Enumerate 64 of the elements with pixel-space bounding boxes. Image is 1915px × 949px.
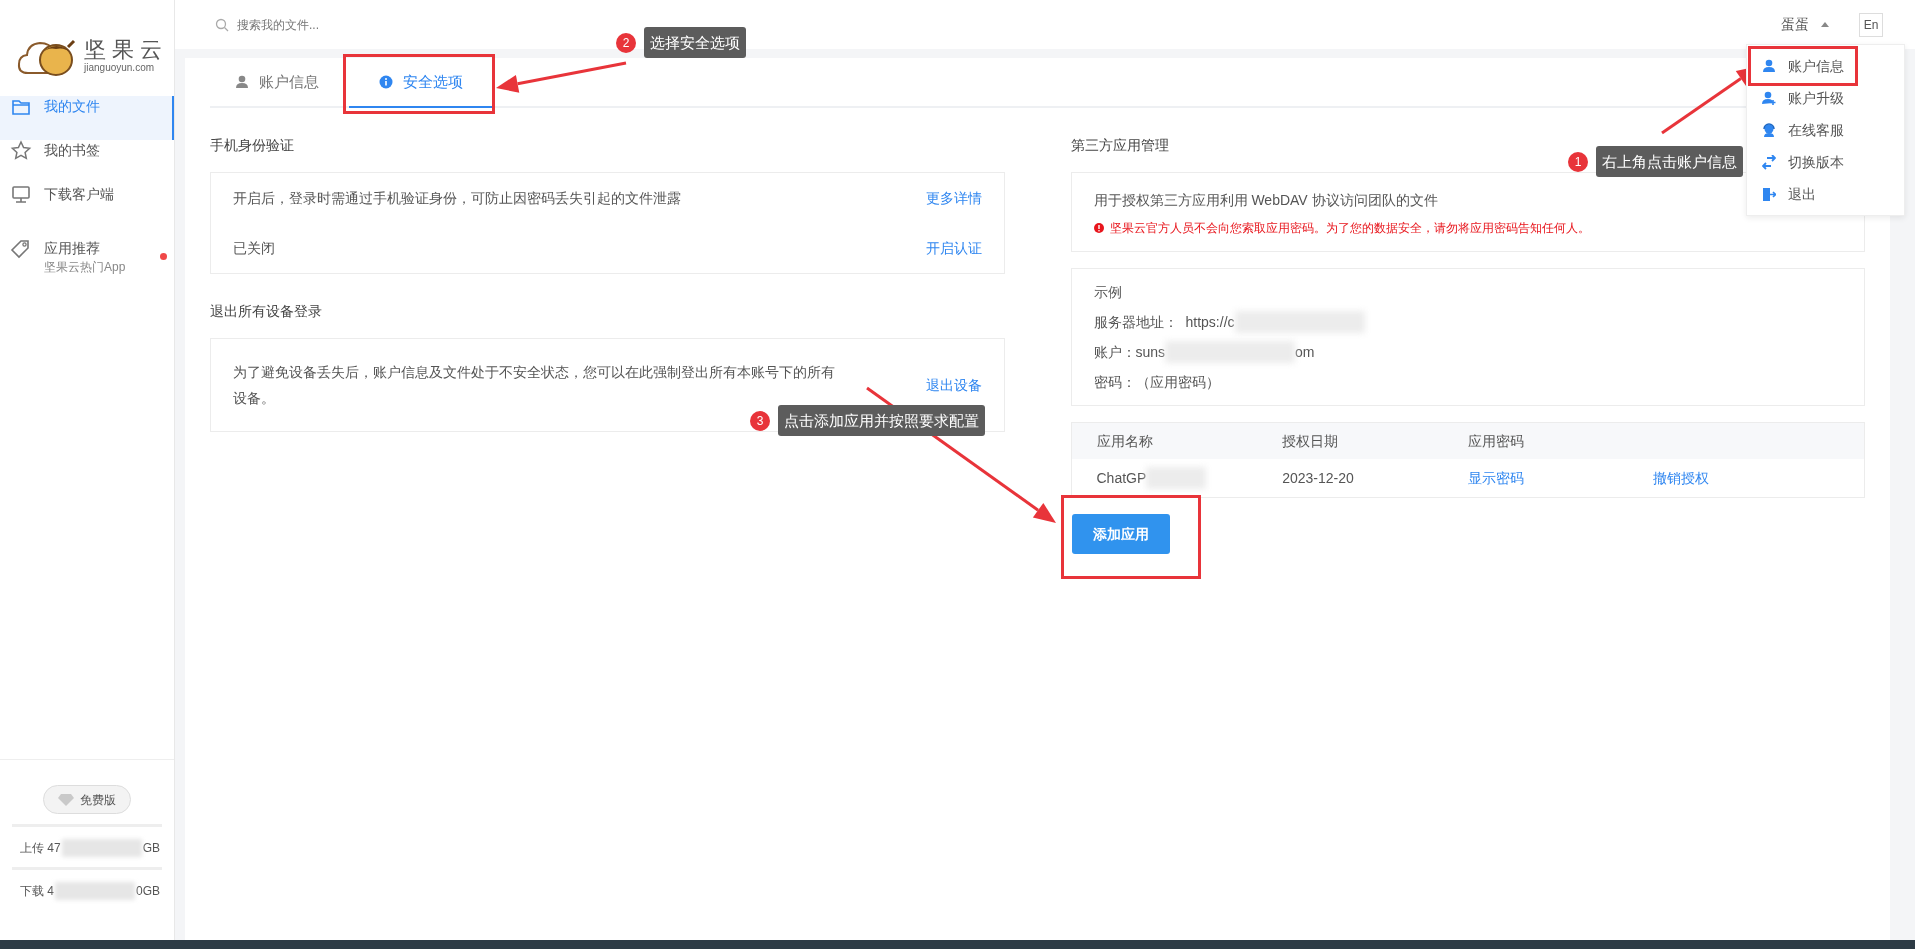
field-value: om bbox=[1295, 342, 1315, 362]
upload-quota: GB bbox=[142, 840, 160, 857]
link[interactable]: 开启认证 bbox=[925, 237, 982, 259]
menu-item[interactable]: 切换版本 bbox=[1759, 147, 1847, 177]
info-icon bbox=[379, 75, 393, 89]
link[interactable]: 显示密码 bbox=[1467, 467, 1524, 489]
section-title: 退出所有设备登录 bbox=[210, 303, 322, 319]
plan-badge[interactable]: 免费版 bbox=[43, 785, 131, 814]
logo-title: 坚果云 bbox=[84, 38, 168, 62]
column-header: 应用密码 bbox=[1467, 431, 1525, 451]
download-quota: 0GB bbox=[136, 883, 160, 900]
tab[interactable]: 安全选项 bbox=[349, 58, 493, 108]
example-title: 示例 bbox=[1093, 283, 1123, 302]
table-cell-text: ChatGP bbox=[1096, 468, 1147, 488]
description-text: 用于授权第三方应用利用 WebDAV 协议访问团队的文件 bbox=[1093, 192, 1438, 208]
sidebar-item[interactable]: 我的书签 bbox=[0, 140, 174, 184]
menu-item[interactable]: 账户升级 bbox=[1759, 83, 1847, 113]
section-title: 第三方应用管理 bbox=[1070, 137, 1169, 153]
exit-door-icon bbox=[1762, 186, 1776, 202]
column-header: 授权日期 bbox=[1282, 431, 1340, 451]
link[interactable]: 撤销授权 bbox=[1653, 467, 1710, 489]
field-label: 账户： bbox=[1093, 342, 1136, 362]
logo-domain: jianguoyun.com bbox=[84, 62, 156, 74]
swap-arrows-icon bbox=[1762, 154, 1776, 170]
column-header: 应用名称 bbox=[1096, 431, 1154, 451]
tag-icon bbox=[10, 238, 32, 260]
search-field[interactable]: 搜索我的文件... bbox=[237, 15, 615, 34]
sidebar-item[interactable]: 下载客户端 bbox=[0, 184, 174, 228]
download-usage: 下载 4 bbox=[19, 883, 54, 900]
field-value: suns bbox=[1135, 342, 1166, 362]
user-icon bbox=[235, 75, 249, 89]
headset-icon bbox=[1762, 122, 1776, 138]
monitor-icon bbox=[10, 184, 32, 206]
diamond-icon bbox=[58, 793, 74, 806]
upload-usage: 上传 47 bbox=[19, 840, 61, 857]
table-cell-text: 2023-12-20 bbox=[1282, 468, 1355, 488]
warning-icon bbox=[1093, 223, 1104, 233]
caret-icon bbox=[1821, 22, 1829, 27]
menu-item[interactable]: 账户信息 bbox=[1759, 51, 1847, 81]
callout-label: 点击添加应用并按照要求配置 bbox=[778, 405, 985, 436]
link[interactable]: 退出设备 bbox=[925, 374, 982, 396]
field-label: 密码： bbox=[1093, 372, 1136, 392]
user-add-icon bbox=[1762, 90, 1776, 106]
field-label: 服务器地址： bbox=[1093, 312, 1178, 332]
status-text: 已关闭 bbox=[233, 238, 275, 258]
menu-item[interactable]: 退出 bbox=[1759, 179, 1819, 209]
language-button[interactable]: En bbox=[1859, 12, 1883, 37]
search-icon bbox=[215, 17, 229, 32]
sidebar-item-subtitle: 坚果云热门App bbox=[44, 259, 126, 276]
user-menu-button[interactable]: 蛋蛋 bbox=[1781, 14, 1829, 35]
description-text: 开启后，登录时需通过手机验证身份，可防止因密码丢失引起的文件泄露 bbox=[233, 188, 681, 208]
field-value: （应用密码） bbox=[1135, 372, 1220, 392]
star-icon bbox=[10, 140, 32, 162]
section-title: 手机身份验证 bbox=[210, 137, 294, 153]
link[interactable]: 更多详情 bbox=[925, 187, 982, 209]
callout-label: 选择安全选项 bbox=[644, 27, 746, 58]
user-icon bbox=[1762, 58, 1776, 74]
callout-label: 右上角点击账户信息 bbox=[1596, 146, 1743, 177]
field-value: https://c bbox=[1185, 312, 1235, 332]
sidebar-item[interactable]: 应用推荐 坚果云热门App bbox=[0, 228, 174, 288]
description-text: 为了避免设备丢失后，账户信息及文件处于不安全状态，您可以在此强制登出所有本账号下的所有设备。 bbox=[233, 363, 836, 408]
tab[interactable]: 账户信息 bbox=[215, 58, 349, 108]
warning-text: 坚果云官方人员不会向您索取应用密码。为了您的数据安全，请勿将应用密码告知任何人。 bbox=[1109, 220, 1590, 237]
menu-item[interactable]: 在线客服 bbox=[1759, 115, 1847, 145]
